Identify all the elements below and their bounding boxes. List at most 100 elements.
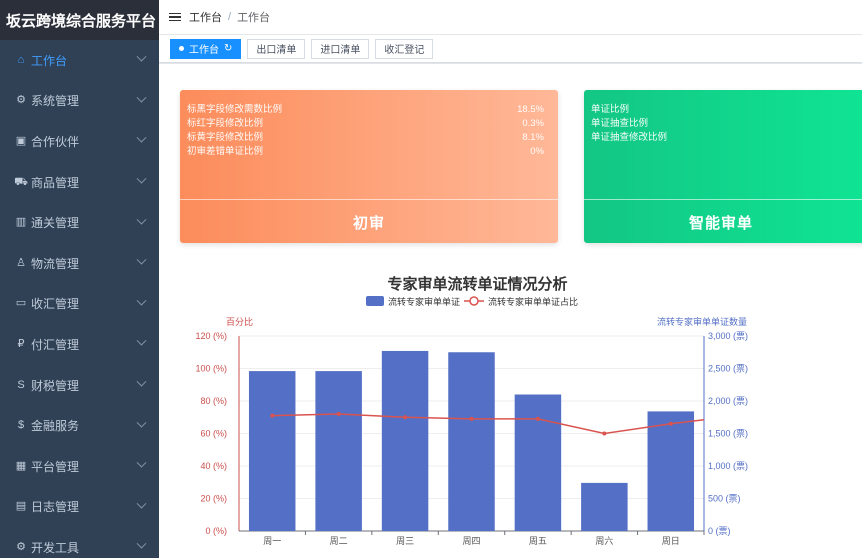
sidebar-item-6[interactable]: ▭ 收汇管理 [0,284,159,325]
s-dollar-icon: S [17,378,25,391]
breadcrumb-home[interactable]: 工作台 [189,9,222,25]
sidebar-item-12[interactable]: ⚙ 开发工具 [0,527,159,558]
customs-icon: ▥ [15,216,27,229]
card-title: 初审 [352,215,385,232]
right-tick-label: 2,000 (票) [708,396,748,406]
sidebar-item-3[interactable]: ⛟ 商品管理 [0,162,159,203]
sidebar-item-label: 收汇管理 [31,297,80,312]
chevron-down-icon [136,295,147,306]
expert-review-chart: 专家审单流转单证情况分析流转专家审单单证 流转专家审单单证占比百分比 流转专家审单单… [195,275,748,546]
card-divider [180,199,558,200]
bar-1 [315,371,362,531]
stat-row: 标红字段修改比例 0.3% [187,117,544,131]
card-title: 智能审单 [688,215,753,232]
preliminary-review-card[interactable]: 标黑字段修改需数比例 18.5% 标红字段修改比例 0.3% 标黄字段修改比例 8.1… [180,90,558,243]
sidebar-item-label: 付汇管理 [31,337,80,352]
x-tick-label: 周四 [462,536,480,546]
sidebar-item-label: 开发工具 [31,540,80,555]
legend-line-label: 流转专家审单单证占比 [488,296,578,307]
app-title: 坂云跨境综合服务平台 [0,0,159,40]
user-icon: ♙ [16,256,26,269]
sidebar-item-label: 平台管理 [31,459,80,474]
dashboard-content: 标黑字段修改需数比例 18.5% 标红字段修改比例 0.3% 标黄字段修改比例 8.1… [159,64,862,558]
bar-2 [381,350,429,531]
sidebar-item-label: 财税管理 [31,378,80,393]
right-tick-label: 3,000 (票) [708,331,748,341]
stat-label: 单证抽查修改比例 [591,132,668,143]
sidebar: 坂云跨境综合服务平台 ⌂ 工作台 ⚙ 系统管理 ▣ 合作伙伴 ⛟ 商品管理 ▥ 通关管理 ♙ 物流管理… [0,0,159,558]
chevron-down-icon [136,254,147,265]
tag-receipt-registration[interactable]: 收汇登记 [375,38,434,59]
sidebar-item-2[interactable]: ▣ 合作伙伴 [0,121,159,162]
tag-export-list[interactable]: 出口清单 [247,38,306,59]
refresh-icon[interactable]: ↻ [224,43,232,54]
x-tick-label: 周二 [330,536,348,546]
tag-workbench[interactable]: 工作台 ↻ [170,38,242,59]
x-tick-label: 周日 [662,536,680,546]
ratio-point-2 [403,415,408,420]
sidebar-item-11[interactable]: ▤ 日志管理 [0,487,159,528]
sidebar-item-10[interactable]: ▦ 平台管理 [0,446,159,487]
main-area: 工作台 / 工作台 工作台 ↻ 出口清单 进口清单 收汇登记 标黑字段修改需数比… [159,0,862,558]
grid-icon: ▦ [15,459,27,472]
chevron-down-icon [136,92,147,103]
x-tick-label: 周六 [595,535,613,546]
left-tick-label: 100 (%) [195,364,227,374]
sidebar-item-4[interactable]: ▥ 通关管理 [0,202,159,243]
tag-label: 工作台 [189,45,219,56]
home-icon: ⌂ [17,53,25,66]
chevron-down-icon [136,457,147,468]
chevron-down-icon [136,214,147,225]
ratio-point-3 [469,416,474,421]
stat-value: 18.5% [517,104,544,115]
stat-label: 单证抽查比例 [591,118,649,129]
cart-icon: ⛟ [14,175,28,188]
x-tick-label: 周三 [396,536,414,546]
app-root: 坂云跨境综合服务平台 ⌂ 工作台 ⚙ 系统管理 ▣ 合作伙伴 ⛟ 商品管理 ▥ 通关管理 ♙ 物流管理… [0,0,862,558]
sidebar-item-7[interactable]: ₽ 付汇管理 [0,324,159,365]
left-tick-label: 0 (%) [205,526,227,536]
left-tick-label: 40 (%) [200,461,227,471]
chevron-down-icon [136,133,147,144]
sidebar-item-label: 物流管理 [31,256,80,271]
sidebar-item-label: 金融服务 [31,419,80,434]
x-tick-label: 周一 [263,536,281,546]
stat-label: 单证比例 [591,104,630,115]
smart-review-card[interactable]: 单证比例 单证抽查比例 单证抽查修改比例 智能审单 [584,90,862,243]
tag-import-list[interactable]: 进口清单 [311,38,370,59]
sidebar-item-0[interactable]: ⌂ 工作台 [0,40,159,81]
right-tick-label: 1,500 (票) [708,429,748,439]
sidebar-item-label: 商品管理 [31,175,80,190]
stat-row: 单证抽查修改比例 [591,131,860,145]
chevron-down-icon [136,417,147,428]
card-icon: ▭ [15,297,27,310]
bar-5 [581,482,628,531]
chevron-down-icon [136,336,147,347]
sidebar-item-9[interactable]: $ 金融服务 [0,405,159,446]
ratio-point-6 [668,421,673,426]
partner-icon: ▣ [15,134,27,147]
stat-label: 标黄字段修改比例 [187,132,264,143]
dollar-icon: $ [17,419,25,432]
sidebar-item-1[interactable]: ⚙ 系统管理 [0,81,159,122]
sidebar-item-5[interactable]: ♙ 物流管理 [0,243,159,284]
chevron-down-icon [136,376,147,387]
stat-row: 标黄字段修改比例 8.1% [187,131,544,145]
sidebar-item-8[interactable]: S 财税管理 [0,365,159,406]
ratio-point-5 [602,431,607,436]
stat-row: 标黑字段修改需数比例 18.5% [187,103,544,117]
sidebar-item-label: 日志管理 [31,500,80,515]
left-tick-label: 60 (%) [200,429,227,439]
right-axis-name: 流转专家审单单证数量 [657,316,747,327]
legend-bar-swatch [366,296,384,306]
stat-value: 0.3% [522,118,544,129]
right-tick-label: 500 (票) [708,494,741,504]
hamburger-icon[interactable] [169,12,181,22]
tag-label: 进口清单 [320,45,361,56]
chevron-down-icon [136,52,147,62]
stat-value: 8.1% [522,132,544,143]
bar-3 [448,352,495,531]
legend-line-marker [469,296,479,306]
legend-bar-label: 流转专家审单单证 [388,296,460,307]
bar-6 [647,411,695,531]
